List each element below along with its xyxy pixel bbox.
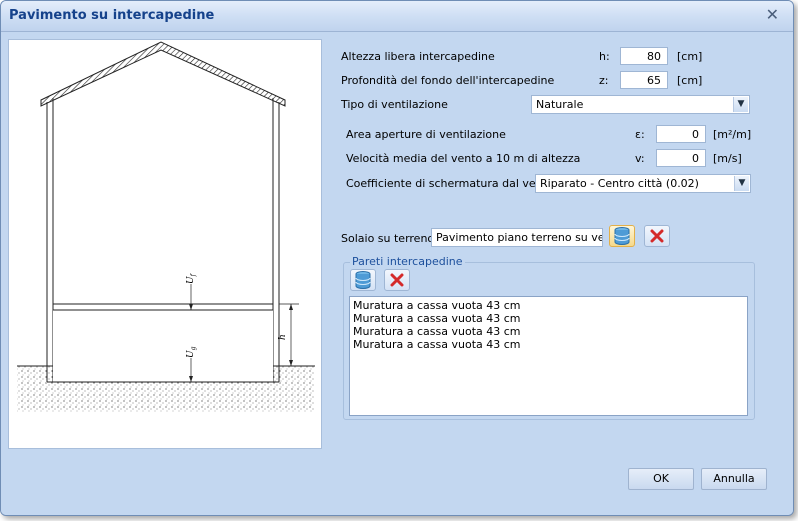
profondita-symbol: z: xyxy=(599,74,609,87)
pareti-delete-button[interactable] xyxy=(384,269,410,291)
pareti-list[interactable]: Muratura a cassa vuota 43 cm Muratura a … xyxy=(349,296,748,416)
solaio-label: Solaio su terreno xyxy=(341,232,435,245)
label-h: h xyxy=(278,334,288,340)
dialog-window: Pavimento su intercapedine ✕ h Uf Ug Alt… xyxy=(0,0,794,516)
list-item[interactable]: Muratura a cassa vuota 43 cm xyxy=(353,338,744,351)
velocita-symbol: v: xyxy=(635,152,645,165)
coefficiente-label: Coefficiente di schermatura dal vento xyxy=(346,177,554,190)
label-uf: Uf xyxy=(186,272,197,284)
solaio-select-button[interactable] xyxy=(609,225,635,247)
list-item[interactable]: Muratura a cassa vuota 43 cm xyxy=(353,312,744,325)
solaio-delete-button[interactable] xyxy=(644,225,670,247)
coefficiente-value: Riparato - Centro città (0.02) xyxy=(540,177,699,190)
list-item[interactable]: Muratura a cassa vuota 43 cm xyxy=(353,299,744,312)
title-bar: Pavimento su intercapedine ✕ xyxy=(1,1,793,32)
altezza-input[interactable]: 80 xyxy=(620,47,668,65)
altezza-symbol: h: xyxy=(599,50,610,63)
velocita-label: Velocità media del vento a 10 m di altez… xyxy=(346,152,581,165)
database-icon xyxy=(355,271,371,289)
delete-x-icon xyxy=(650,229,664,243)
tipo-ventilazione-select[interactable]: Naturale ▼ xyxy=(531,95,750,114)
area-symbol: ε: xyxy=(635,128,645,141)
solaio-input[interactable]: Pavimento piano terreno su vespaio xyxy=(431,228,603,247)
database-icon xyxy=(614,227,630,245)
list-item[interactable]: Muratura a cassa vuota 43 cm xyxy=(353,325,744,338)
dialog-body: h Uf Ug Altezza libera intercapedine h: … xyxy=(1,32,793,515)
tipo-ventilazione-value: Naturale xyxy=(536,98,584,111)
close-icon[interactable]: ✕ xyxy=(766,5,779,24)
delete-x-icon xyxy=(390,273,404,287)
area-label: Area aperture di ventilazione xyxy=(346,128,506,141)
altezza-unit: [cm] xyxy=(677,50,703,63)
chevron-down-icon[interactable]: ▼ xyxy=(733,97,748,112)
crawlspace-diagram: h Uf Ug xyxy=(8,39,322,449)
ok-button[interactable]: OK xyxy=(628,468,694,490)
pareti-group: Pareti intercapedine Muratura a cassa vu… xyxy=(343,255,755,420)
chevron-down-icon[interactable]: ▼ xyxy=(734,176,749,191)
window-title: Pavimento su intercapedine xyxy=(9,8,215,23)
cancel-button[interactable]: Annulla xyxy=(701,468,767,490)
roof xyxy=(40,41,286,107)
coefficiente-select[interactable]: Riparato - Centro città (0.02) ▼ xyxy=(535,174,751,193)
profondita-unit: [cm] xyxy=(677,74,703,87)
velocita-input[interactable]: 0 xyxy=(656,149,706,167)
area-input[interactable]: 0 xyxy=(656,125,706,143)
profondita-input[interactable]: 65 xyxy=(620,71,668,89)
tipo-ventilazione-label: Tipo di ventilazione xyxy=(341,98,448,111)
area-unit: [m²/m] xyxy=(713,128,752,141)
profondita-label: Profondità del fondo dell'intercapedine xyxy=(341,74,555,87)
velocita-unit: [m/s] xyxy=(713,152,742,165)
altezza-label: Altezza libera intercapedine xyxy=(341,50,495,63)
pareti-group-title: Pareti intercapedine xyxy=(350,255,465,268)
pareti-add-button[interactable] xyxy=(350,269,376,291)
